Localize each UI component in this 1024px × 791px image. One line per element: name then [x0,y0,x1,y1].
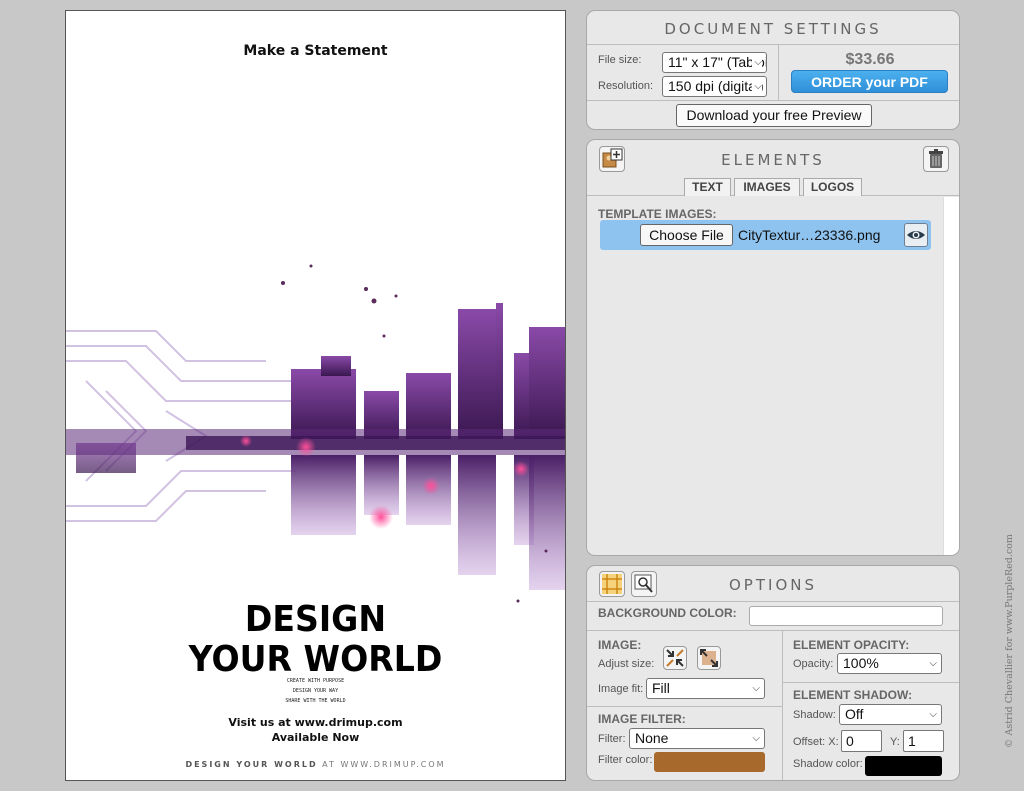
filter-value: None [635,730,669,746]
image-options-button[interactable] [631,571,657,597]
poster-title-line2[interactable]: YOUR WORLD [86,639,545,680]
document-settings-selects: File size: 11" x 17" (Tabloid) ⌵ Resolut… [587,45,779,101]
eye-icon [907,231,925,239]
document-settings-panel: DOCUMENT SETTINGS File size: 11" x 17" (… [586,10,960,130]
poster-tagline-1[interactable]: CREATE WITH PURPOSE [66,678,565,684]
chevron-down-icon: ⌵ [927,654,937,673]
trash-icon [929,149,943,168]
document-settings-title: DOCUMENT SETTINGS [587,11,959,45]
order-pdf-button[interactable]: ORDER your PDF [791,70,948,93]
elements-title: ELEMENTS [721,151,825,169]
shadow-color-label: Shadow color: [793,758,863,770]
poster-footer[interactable]: DESIGN YOUR WORLD AT WWW.DRIMUP.COM [66,760,565,769]
filter-select[interactable]: None ⌵ [629,728,765,749]
file-size-label: File size: [598,54,642,66]
poster-tagline-2[interactable]: DESIGN YOUR WAY [66,688,565,694]
tab-text[interactable]: TEXT [684,178,731,196]
poster-cta-url[interactable]: Visit us at www.drimup.com [66,716,565,729]
divider [782,682,959,683]
image-filter-label: IMAGE FILTER: [598,712,686,726]
price-label: $33.66 [845,51,895,68]
chevron-down-icon: ⌵ [752,53,762,72]
divider [782,630,783,780]
chevron-down-icon: ⌵ [750,729,760,748]
offset-y-input[interactable]: 1 [903,730,944,752]
shadow-label: Shadow: [793,709,836,721]
elements-scrollbar[interactable] [943,197,959,555]
image-element-row[interactable]: Choose File CityTextur…23336.png [600,220,931,250]
document-settings-grid: File size: 11" x 17" (Tabloid) ⌵ Resolut… [587,45,959,101]
shrink-arrows-icon [666,649,684,667]
divider [587,630,959,631]
image-section-label: IMAGE: [598,638,642,652]
filter-color-label: Filter color: [598,754,653,766]
add-element-icon [602,148,623,168]
elements-tabs: TEXT IMAGES LOGOS [587,178,959,196]
filter-label: Filter: [598,733,626,745]
divider [587,706,782,707]
city-skyline-image[interactable] [66,261,565,621]
tab-images[interactable]: IMAGES [734,178,800,196]
element-opacity-label: ELEMENT OPACITY: [793,638,910,652]
toggle-visibility-button[interactable] [904,223,928,247]
background-color-swatch[interactable] [749,606,943,626]
offset-y-label: Y: [890,736,900,748]
element-shadow-label: ELEMENT SHADOW: [793,688,913,702]
resolution-select[interactable]: 150 dpi (digital) ⌵ [662,76,767,97]
opacity-select[interactable]: 100% ⌵ [837,653,942,674]
poster-preview[interactable]: Make a Statement DESIGN YOUR WORLD CREAT… [65,10,566,781]
image-fit-select[interactable]: Fill ⌵ [646,678,765,699]
expand-button[interactable] [697,646,721,670]
opacity-label: Opacity: [793,658,834,670]
options-panel: OPTIONS BACKGROUND COLOR: IMAGE: Adjust … [586,565,960,781]
filter-color-swatch[interactable] [654,752,765,772]
magnifier-image-icon [634,574,653,593]
copyright-credit: © Astrid Chevallier for www.PurpleRed.co… [1004,534,1015,748]
file-name-label: CityTextur…23336.png [738,227,881,243]
resolution-label: Resolution: [598,80,654,92]
poster-cta-available[interactable]: Available Now [66,731,565,744]
grid-layout-icon [602,574,622,594]
add-element-button[interactable] [599,146,625,172]
offset-x-input[interactable]: 0 [841,730,882,752]
poster-tagline-3[interactable]: SHARE WITH THE WORLD [66,698,565,704]
layout-options-button[interactable] [599,571,625,597]
download-preview-button[interactable]: Download your free Preview [676,104,872,127]
poster-footer-rest: AT WWW.DRIMUP.COM [317,760,446,769]
template-images-label: TEMPLATE IMAGES: [598,207,717,221]
file-size-select[interactable]: 11" x 17" (Tabloid) ⌵ [662,52,767,73]
delete-element-button[interactable] [923,146,949,172]
opacity-value: 100% [843,655,879,671]
shadow-color-swatch[interactable] [865,756,942,776]
adjust-size-label: Adjust size: [598,658,655,670]
shadow-select[interactable]: Off ⌵ [839,704,942,725]
offset-x-label: Offset: X: [793,736,839,748]
poster-headline[interactable]: Make a Statement [66,43,565,59]
background-color-label: BACKGROUND COLOR: [598,606,737,620]
chevron-down-icon: ⌵ [927,705,937,724]
poster-footer-bold: DESIGN YOUR WORLD [185,760,318,769]
shadow-value: Off [845,706,864,722]
shrink-button[interactable] [663,646,687,670]
elements-list: TEMPLATE IMAGES: Choose File CityTextur…… [587,197,945,555]
poster-title-line1[interactable]: DESIGN [86,599,545,640]
tab-logos[interactable]: LOGOS [803,178,862,196]
image-fit-label: Image fit: [598,683,644,695]
elements-panel: ELEMENTS TEXT IMAGES LOGOS TEMPLATE IMAG… [586,139,960,556]
expand-arrows-icon [700,649,718,667]
choose-file-button[interactable]: Choose File [640,224,733,246]
chevron-down-icon: ⌵ [750,679,760,698]
chevron-down-icon: ⌵ [752,77,762,96]
image-fit-value: Fill [652,680,670,696]
resolution-value: 150 dpi (digital) [668,78,764,94]
